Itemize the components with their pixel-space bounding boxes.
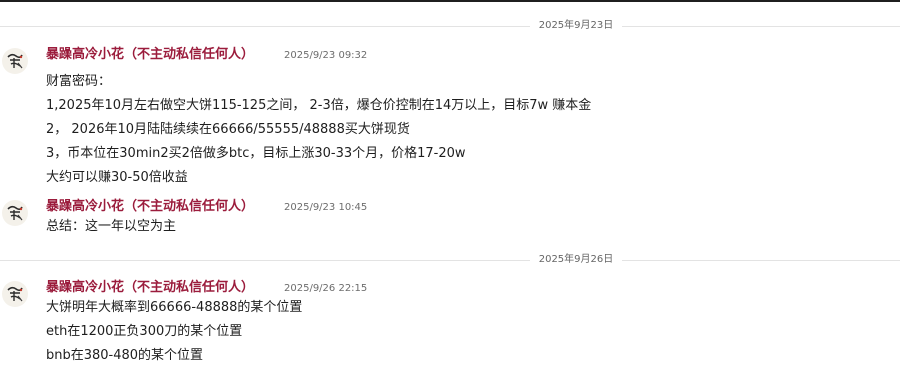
separator-line xyxy=(0,260,530,261)
message: 暴躁高冷小花（不主动私信任何人） 2025/9/26 22:15 大饼明年大概率… xyxy=(0,279,900,369)
message-line: 2， 2026年10月陆陆续续在66666/55555/48888买大饼现货 xyxy=(46,122,410,137)
separator-line xyxy=(622,260,900,261)
sender-name[interactable]: 暴躁高冷小花（不主动私信任何人） xyxy=(46,279,254,297)
calligraphy-avatar-icon xyxy=(3,49,27,73)
message: 暴躁高冷小花（不主动私信任何人） 2025/9/23 10:45 总结：这一年以… xyxy=(0,198,900,246)
message: 暴躁高冷小花（不主动私信任何人） 2025/9/23 09:32 财富密码： 1… xyxy=(0,46,900,185)
message-line: 3，币本位在30min2买2倍做多btc，目标上涨30-33个月，价格17-20… xyxy=(46,146,466,161)
date-label: 2025年9月23日 xyxy=(538,20,614,31)
message-timestamp: 2025/9/23 09:32 xyxy=(284,50,368,61)
calligraphy-avatar-icon xyxy=(3,282,27,306)
avatar[interactable] xyxy=(2,48,28,74)
message-line: 总结：这一年以空为主 xyxy=(46,219,177,234)
avatar[interactable] xyxy=(2,200,28,226)
message-line: 财富密码： xyxy=(46,74,112,89)
date-label: 2025年9月26日 xyxy=(538,254,614,265)
calligraphy-avatar-icon xyxy=(3,201,27,225)
separator-line xyxy=(622,26,900,27)
message-body: 财富密码： 1,2025年10月左右做空大饼115-125之间， 2-3倍，爆仓… xyxy=(46,70,591,190)
window-top-border xyxy=(0,0,900,2)
sender-name[interactable]: 暴躁高冷小花（不主动私信任何人） xyxy=(46,46,254,64)
message-line: 1,2025年10月左右做空大饼115-125之间， 2-3倍，爆仓价控制在14… xyxy=(46,98,592,113)
separator-line xyxy=(0,26,530,27)
sender-name[interactable]: 暴躁高冷小花（不主动私信任何人） xyxy=(46,198,254,216)
date-separator: 2025年9月23日 xyxy=(0,19,900,33)
message-line: eth在1200正负300刀的某个位置 xyxy=(46,324,243,339)
message-line: 大饼明年大概率到66666-48888的某个位置 xyxy=(46,300,303,315)
message-body: 大饼明年大概率到66666-48888的某个位置 eth在1200正负300刀的… xyxy=(46,296,302,368)
message-line: 大约可以赚30-50倍收益 xyxy=(46,170,188,185)
message-body: 总结：这一年以空为主 xyxy=(46,215,176,239)
message-timestamp: 2025/9/23 10:45 xyxy=(284,202,368,213)
date-separator: 2025年9月26日 xyxy=(0,253,900,267)
avatar[interactable] xyxy=(2,281,28,307)
message-line: bnb在380-480的某个位置 xyxy=(46,348,204,363)
message-timestamp: 2025/9/26 22:15 xyxy=(284,283,368,294)
